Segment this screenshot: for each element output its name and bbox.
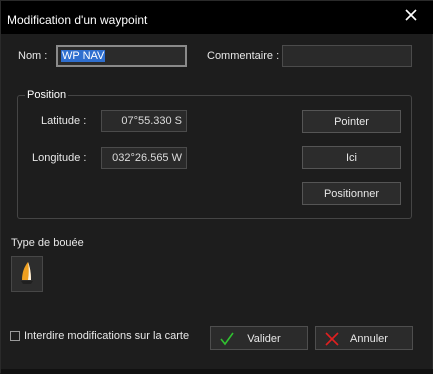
close-button[interactable] bbox=[397, 4, 425, 26]
name-field-value: WP NAV bbox=[61, 50, 106, 62]
longitude-label: Longitude : bbox=[32, 152, 87, 164]
validate-button[interactable]: Valider bbox=[210, 326, 308, 350]
latitude-value: 07°55.330 S bbox=[121, 115, 182, 127]
comment-field[interactable] bbox=[282, 45, 412, 67]
window-title: Modification d'un waypoint bbox=[7, 13, 148, 27]
position-button[interactable]: Positionner bbox=[302, 182, 401, 205]
yellow-buoy-icon bbox=[21, 262, 33, 284]
name-field[interactable]: WP NAV bbox=[56, 45, 187, 67]
lock-map-checkbox[interactable] bbox=[10, 331, 20, 341]
waypoint-dialog: Modification d'un waypoint Nom : WP NAV … bbox=[0, 0, 433, 374]
latitude-label: Latitude : bbox=[41, 115, 87, 127]
longitude-field[interactable]: 032°26.565 W bbox=[101, 147, 187, 169]
longitude-value: 032°26.565 W bbox=[112, 152, 182, 164]
bottom-strip bbox=[1, 369, 433, 374]
buoy-type-button[interactable] bbox=[11, 256, 43, 292]
comment-label: Commentaire : bbox=[207, 50, 280, 62]
pointer-button[interactable]: Pointer bbox=[302, 110, 401, 133]
buoy-type-label: Type de bouée bbox=[11, 237, 84, 249]
title-bar: Modification d'un waypoint bbox=[1, 1, 433, 34]
validate-label: Valider bbox=[247, 333, 281, 345]
close-icon bbox=[405, 9, 417, 21]
position-group-title: Position bbox=[25, 89, 69, 101]
cancel-label: Annuler bbox=[350, 333, 388, 345]
here-button[interactable]: Ici bbox=[302, 146, 401, 169]
cancel-button[interactable]: Annuler bbox=[315, 326, 413, 350]
lock-map-label: Interdire modifications sur la carte bbox=[24, 330, 190, 342]
latitude-field[interactable]: 07°55.330 S bbox=[101, 110, 187, 132]
name-label: Nom : bbox=[18, 50, 48, 62]
